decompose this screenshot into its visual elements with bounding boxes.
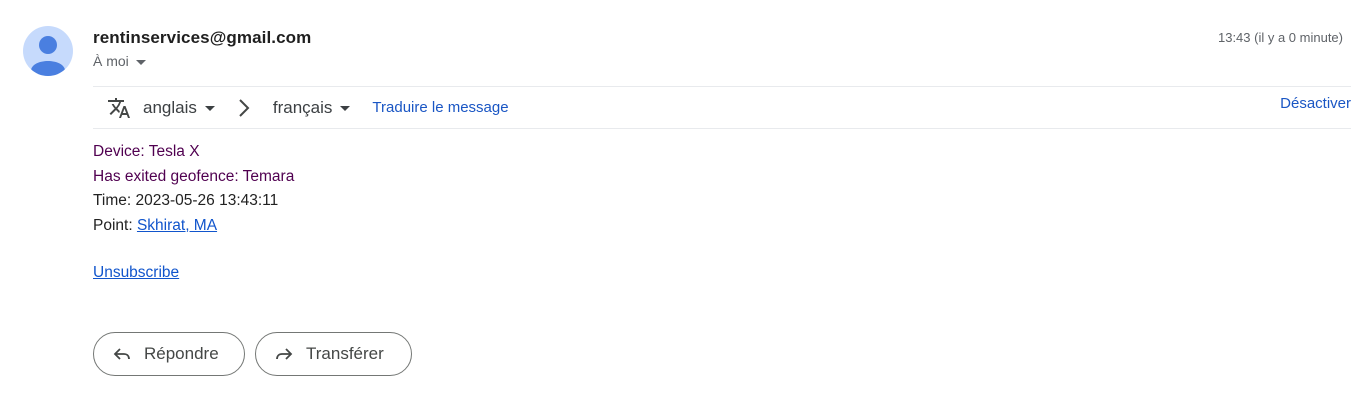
recipient-details-toggle[interactable]: À moi	[93, 53, 146, 69]
sender-avatar[interactable]	[23, 26, 73, 76]
reply-button[interactable]: Répondre	[93, 332, 245, 376]
reply-icon	[112, 344, 132, 364]
message-line-geofence: Has exited geofence: Temara	[93, 167, 295, 185]
reply-label: Répondre	[144, 344, 219, 363]
target-language-select[interactable]: français	[273, 98, 351, 118]
message-line-device: Device: Tesla X	[93, 143, 200, 160]
translate-icon	[106, 95, 132, 121]
message-timestamp: 13:43 (il y a 0 minute)	[1217, 30, 1343, 45]
point-label: Point:	[93, 216, 137, 234]
message-line-point: Point: Skhirat, MA	[93, 214, 294, 239]
chevron-right-icon	[237, 98, 251, 118]
sender-email[interactable]: rentinservices@gmail.com	[93, 28, 311, 48]
translate-message-link[interactable]: Traduire le message	[372, 99, 508, 116]
forward-button[interactable]: Transférer	[255, 332, 412, 376]
person-icon	[31, 36, 65, 76]
source-language-select[interactable]: anglais	[143, 98, 215, 118]
chevron-down-icon	[340, 106, 351, 111]
translate-bar: anglais français Traduire le message Dés…	[93, 86, 1351, 129]
unsubscribe-link[interactable]: Unsubscribe	[93, 261, 179, 285]
target-language-label: français	[272, 97, 333, 117]
recipient-label: À moi	[93, 53, 129, 69]
chevron-down-icon	[135, 59, 146, 65]
disable-translation-link[interactable]: Désactiver	[1280, 95, 1351, 112]
forward-label: Transférer	[306, 344, 384, 363]
message-line-time: Time: 2023-05-26 13:43:11	[93, 192, 279, 209]
chevron-down-icon	[204, 106, 215, 111]
message-body: Device: Tesla X Has exited geofence: Tem…	[93, 140, 294, 238]
source-language-label: anglais	[143, 97, 197, 117]
email-view: rentinservices@gmail.com À moi 13:43 (il…	[0, 0, 1351, 400]
forward-icon	[274, 344, 294, 364]
location-link[interactable]: Skhirat, MA	[137, 217, 217, 234]
